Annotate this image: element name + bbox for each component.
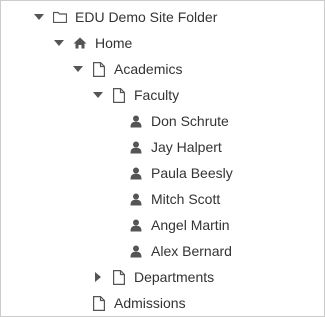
- tree-node-label: Academics: [114, 61, 183, 77]
- user-icon: [129, 217, 143, 233]
- tree-node-user[interactable]: Don Schrute: [1, 108, 324, 134]
- folder-icon: [53, 9, 67, 25]
- user-icon: [129, 243, 143, 259]
- tree-node-user[interactable]: Jay Halpert: [1, 134, 324, 160]
- page-icon: [112, 87, 126, 103]
- user-icon: [129, 113, 143, 129]
- user-icon: [129, 139, 143, 155]
- caret-down-icon[interactable]: [92, 89, 104, 101]
- tree-node-home[interactable]: Home: [1, 30, 324, 56]
- tree-node-user[interactable]: Paula Beesly: [1, 160, 324, 186]
- tree-node-label: Departments: [134, 269, 215, 285]
- tree-node-user[interactable]: Alex Bernard: [1, 238, 324, 264]
- caret-right-icon[interactable]: [92, 271, 104, 283]
- tree-node-label: Angel Martin: [151, 217, 230, 233]
- tree-node-admissions[interactable]: Admissions: [1, 290, 324, 316]
- tree-node-label: Jay Halpert: [151, 139, 222, 155]
- tree-node-label: Alex Bernard: [151, 243, 232, 259]
- tree-node-label: Faculty: [134, 87, 180, 103]
- caret-down-icon[interactable]: [53, 37, 65, 49]
- tree-node-academics[interactable]: Academics: [1, 56, 324, 82]
- user-icon: [129, 165, 143, 181]
- tree-node-label: Home: [95, 35, 133, 51]
- tree-node-label: Admissions: [114, 295, 186, 311]
- caret-down-icon[interactable]: [33, 11, 45, 23]
- page-icon: [92, 61, 106, 77]
- tree-node-root-folder[interactable]: EDU Demo Site Folder: [1, 4, 324, 30]
- tree-node-label: EDU Demo Site Folder: [75, 9, 218, 25]
- tree-node-user[interactable]: Angel Martin: [1, 212, 324, 238]
- tree-node-faculty[interactable]: Faculty: [1, 82, 324, 108]
- tree-node-label: Paula Beesly: [151, 165, 233, 181]
- site-tree-panel: EDU Demo Site Folder Home Academics Facu…: [0, 0, 325, 317]
- user-icon: [129, 191, 143, 207]
- page-icon: [112, 269, 126, 285]
- home-icon: [73, 35, 87, 51]
- tree-node-label: Don Schrute: [151, 113, 229, 129]
- caret-down-icon[interactable]: [72, 63, 84, 75]
- tree-node-label: Mitch Scott: [151, 191, 221, 207]
- tree-node-departments[interactable]: Departments: [1, 264, 324, 290]
- page-icon: [92, 295, 106, 311]
- tree-node-user[interactable]: Mitch Scott: [1, 186, 324, 212]
